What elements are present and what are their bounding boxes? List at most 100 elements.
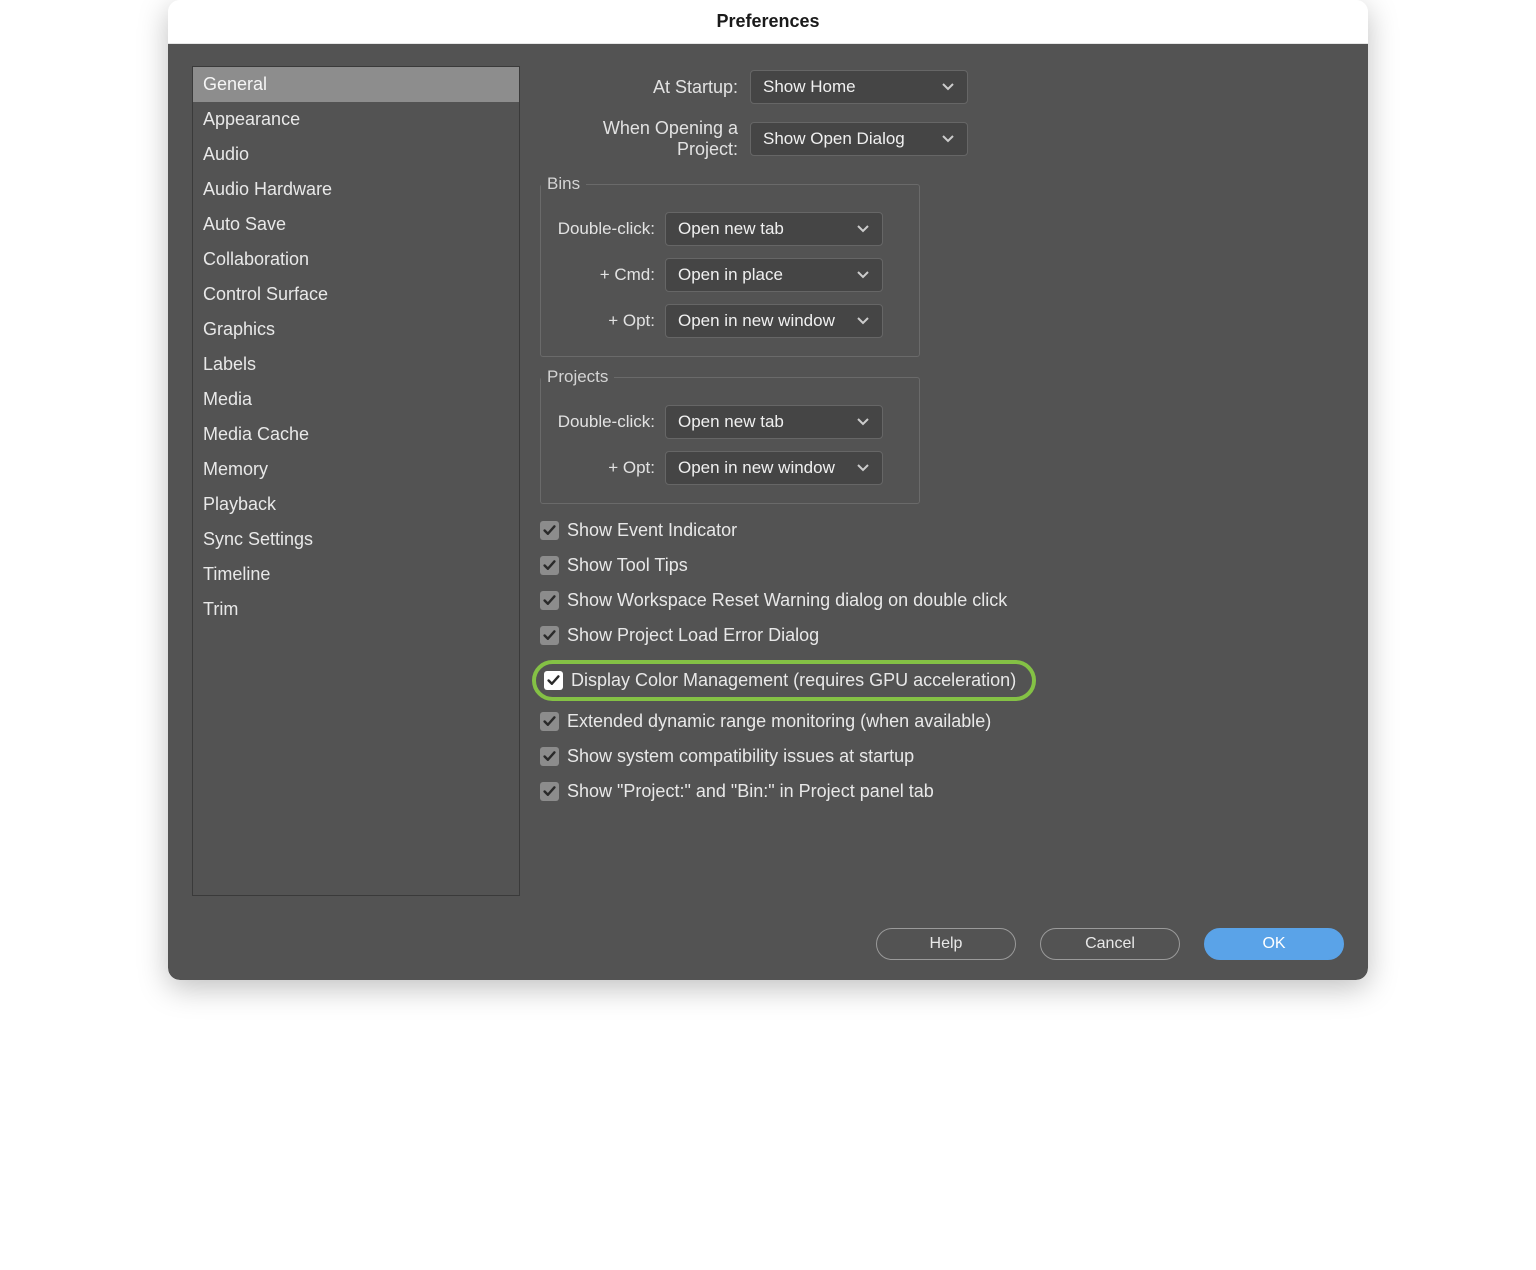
projects-group: Projects Double-click: Open new tab + Op… xyxy=(540,367,920,504)
cancel-button[interactable]: Cancel xyxy=(1040,928,1180,960)
projects-legend: Projects xyxy=(541,367,614,387)
checkbox[interactable] xyxy=(540,521,559,540)
sidebar-item-label: Audio xyxy=(203,144,249,164)
sidebar-item-playback[interactable]: Playback xyxy=(193,487,519,522)
check-tool-tips: Show Tool Tips xyxy=(540,555,1344,576)
sidebar-item-label: Control Surface xyxy=(203,284,328,304)
check-edr: Extended dynamic range monitoring (when … xyxy=(540,711,1344,732)
highlight-annotation: Display Color Management (requires GPU a… xyxy=(532,660,1036,701)
sidebar-item-control-surface[interactable]: Control Surface xyxy=(193,277,519,312)
dropdown-value: Open new tab xyxy=(678,219,784,239)
checkbox[interactable] xyxy=(540,591,559,610)
chevron-down-icon xyxy=(856,461,870,475)
sidebar-item-label: Media xyxy=(203,389,252,409)
at-startup-dropdown[interactable]: Show Home xyxy=(750,70,968,104)
sidebar-item-label: Appearance xyxy=(203,109,300,129)
dropdown-value: Show Home xyxy=(763,77,856,97)
sidebar-item-graphics[interactable]: Graphics xyxy=(193,312,519,347)
checkbox-list: Show Event Indicator Show Tool Tips Show… xyxy=(540,520,1344,802)
check-load-error: Show Project Load Error Dialog xyxy=(540,625,1344,646)
check-label: Show Workspace Reset Warning dialog on d… xyxy=(567,590,1007,611)
check-label: Extended dynamic range monitoring (when … xyxy=(567,711,991,732)
sidebar-item-label: Media Cache xyxy=(203,424,309,444)
sidebar-item-auto-save[interactable]: Auto Save xyxy=(193,207,519,242)
check-label: Display Color Management (requires GPU a… xyxy=(571,670,1016,691)
check-label: Show "Project:" and "Bin:" in Project pa… xyxy=(567,781,934,802)
bins-opt-dropdown[interactable]: Open in new window xyxy=(665,304,883,338)
projects-doubleclick-dropdown[interactable]: Open new tab xyxy=(665,405,883,439)
bins-doubleclick-label: Double-click: xyxy=(541,219,665,239)
on-open-row: When Opening a Project: Show Open Dialog xyxy=(540,118,1344,160)
help-button[interactable]: Help xyxy=(876,928,1016,960)
projects-opt-dropdown[interactable]: Open in new window xyxy=(665,451,883,485)
projects-doubleclick-label: Double-click: xyxy=(541,412,665,432)
check-label: Show Tool Tips xyxy=(567,555,688,576)
checkbox[interactable] xyxy=(540,712,559,731)
sidebar-item-media[interactable]: Media xyxy=(193,382,519,417)
sidebar-item-label: Collaboration xyxy=(203,249,309,269)
chevron-down-icon xyxy=(856,314,870,328)
checkbox[interactable] xyxy=(540,782,559,801)
check-panel-tab: Show "Project:" and "Bin:" in Project pa… xyxy=(540,781,1344,802)
checkbox[interactable] xyxy=(540,556,559,575)
sidebar-item-audio-hardware[interactable]: Audio Hardware xyxy=(193,172,519,207)
bins-cmd-dropdown[interactable]: Open in place xyxy=(665,258,883,292)
checkbox[interactable] xyxy=(540,747,559,766)
check-label: Show system compatibility issues at star… xyxy=(567,746,914,767)
sidebar-item-label: Timeline xyxy=(203,564,270,584)
sidebar-item-appearance[interactable]: Appearance xyxy=(193,102,519,137)
on-open-label: When Opening a Project: xyxy=(540,118,750,160)
bins-cmd-label: + Cmd: xyxy=(541,265,665,285)
window-body: General Appearance Audio Audio Hardware … xyxy=(168,44,1368,980)
checkbox[interactable] xyxy=(544,671,563,690)
chevron-down-icon xyxy=(941,80,955,94)
sidebar-item-audio[interactable]: Audio xyxy=(193,137,519,172)
window-titlebar: Preferences xyxy=(168,0,1368,44)
sidebar-item-label: Playback xyxy=(203,494,276,514)
projects-opt-label: + Opt: xyxy=(541,458,665,478)
general-panel: At Startup: Show Home When Opening a Pro… xyxy=(540,66,1344,896)
sidebar-item-labels[interactable]: Labels xyxy=(193,347,519,382)
sidebar-item-label: Auto Save xyxy=(203,214,286,234)
chevron-down-icon xyxy=(856,268,870,282)
bins-legend: Bins xyxy=(541,174,586,194)
check-label: Show Project Load Error Dialog xyxy=(567,625,819,646)
chevron-down-icon xyxy=(856,415,870,429)
sidebar-item-label: Graphics xyxy=(203,319,275,339)
on-open-dropdown[interactable]: Show Open Dialog xyxy=(750,122,968,156)
button-label: Help xyxy=(930,935,963,953)
sidebar-item-general[interactable]: General xyxy=(193,67,519,102)
sidebar-item-label: Audio Hardware xyxy=(203,179,332,199)
dialog-footer: Help Cancel OK xyxy=(192,896,1344,960)
at-startup-label: At Startup: xyxy=(540,77,750,98)
bins-group: Bins Double-click: Open new tab + Cmd: O… xyxy=(540,174,920,357)
button-label: Cancel xyxy=(1085,935,1135,953)
sidebar-item-trim[interactable]: Trim xyxy=(193,592,519,627)
check-color-management-row: Display Color Management (requires GPU a… xyxy=(540,660,1344,701)
window-title: Preferences xyxy=(716,11,819,32)
chevron-down-icon xyxy=(856,222,870,236)
bins-opt-label: + Opt: xyxy=(541,311,665,331)
dropdown-value: Open in place xyxy=(678,265,783,285)
sidebar-item-timeline[interactable]: Timeline xyxy=(193,557,519,592)
dropdown-value: Open in new window xyxy=(678,458,835,478)
ok-button[interactable]: OK xyxy=(1204,928,1344,960)
check-workspace-reset: Show Workspace Reset Warning dialog on d… xyxy=(540,590,1344,611)
bins-doubleclick-dropdown[interactable]: Open new tab xyxy=(665,212,883,246)
sidebar-item-label: General xyxy=(203,74,267,94)
dropdown-value: Open in new window xyxy=(678,311,835,331)
sidebar-item-label: Labels xyxy=(203,354,256,374)
sidebar-item-label: Trim xyxy=(203,599,238,619)
sidebar-item-memory[interactable]: Memory xyxy=(193,452,519,487)
chevron-down-icon xyxy=(941,132,955,146)
category-sidebar: General Appearance Audio Audio Hardware … xyxy=(192,66,520,896)
main-area: General Appearance Audio Audio Hardware … xyxy=(192,66,1344,896)
sidebar-item-label: Sync Settings xyxy=(203,529,313,549)
checkbox[interactable] xyxy=(540,626,559,645)
at-startup-row: At Startup: Show Home xyxy=(540,70,1344,104)
sidebar-item-sync-settings[interactable]: Sync Settings xyxy=(193,522,519,557)
sidebar-item-media-cache[interactable]: Media Cache xyxy=(193,417,519,452)
dropdown-value: Open new tab xyxy=(678,412,784,432)
button-label: OK xyxy=(1262,935,1285,953)
sidebar-item-collaboration[interactable]: Collaboration xyxy=(193,242,519,277)
